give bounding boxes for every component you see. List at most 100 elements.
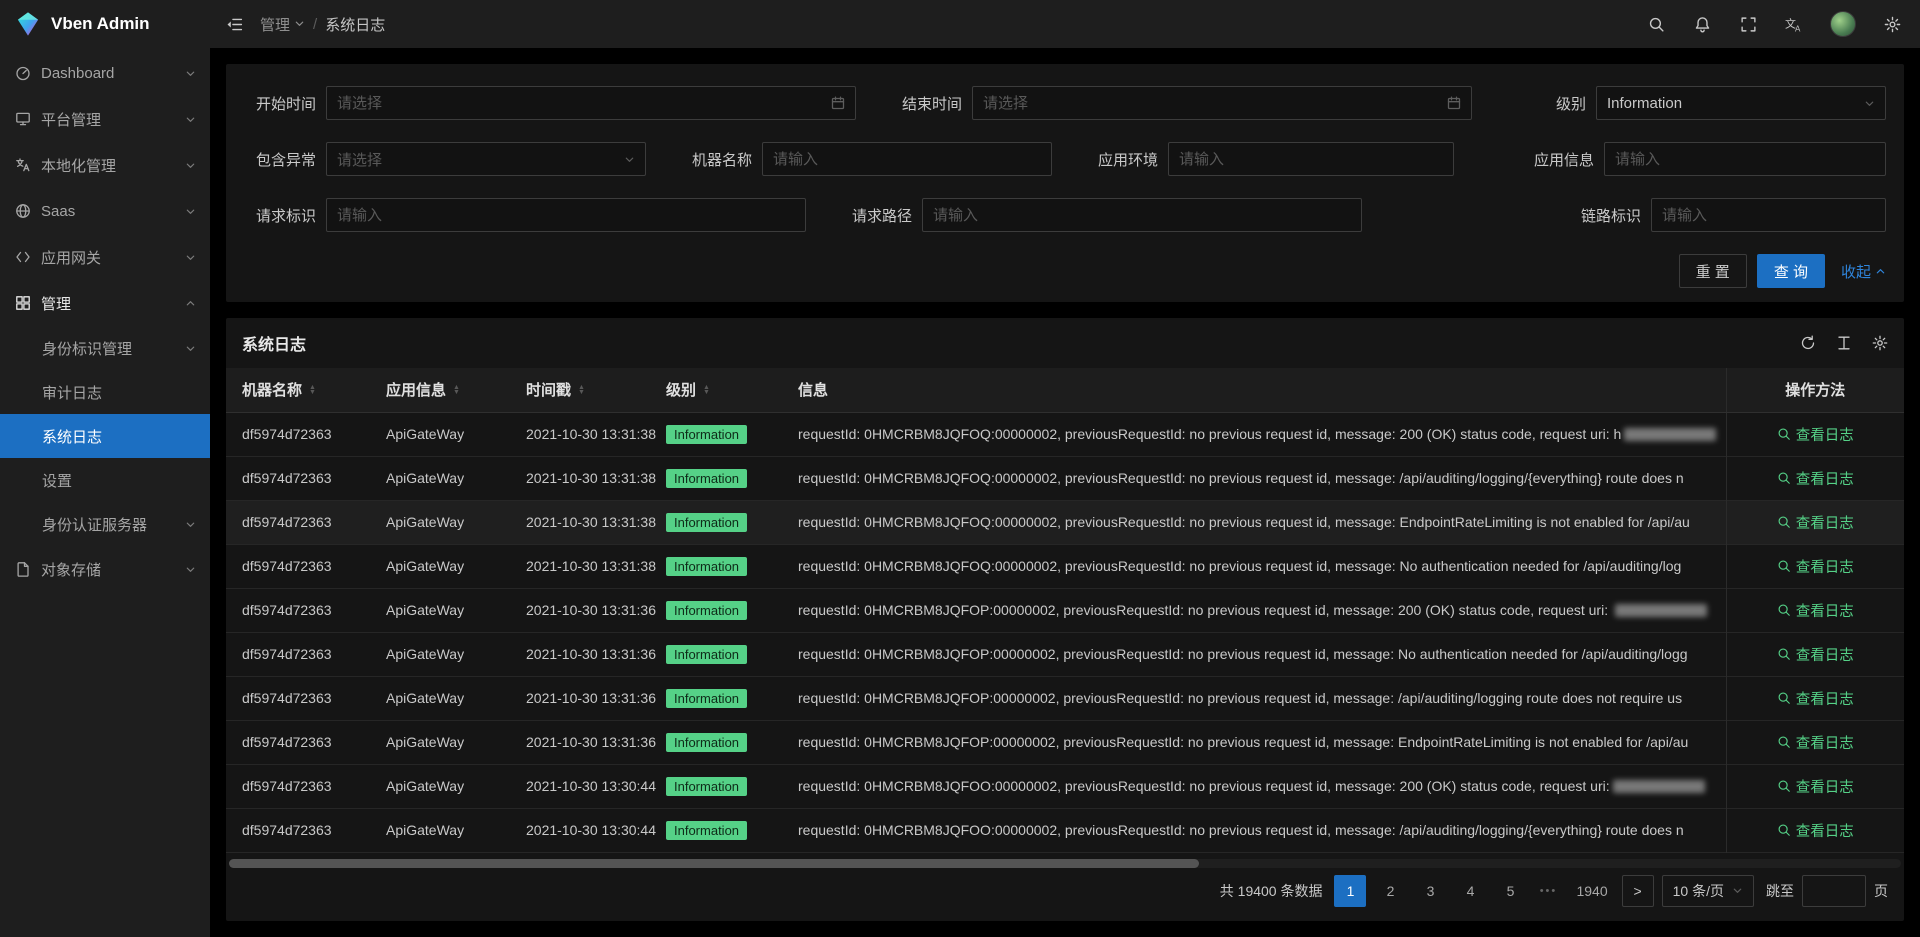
user-avatar[interactable]	[1830, 11, 1856, 37]
cell-timestamp: 2021-10-30 13:31:36	[516, 632, 656, 676]
sidebar-item-auth-server[interactable]: 身份认证服务器	[0, 502, 210, 546]
machine-name-text-input[interactable]	[773, 151, 1041, 168]
end-time-input[interactable]	[972, 86, 1472, 120]
cell-message: requestId: 0HMCRBM8JQFOQ:00000002, previ…	[788, 500, 1726, 544]
level-badge: Information	[666, 777, 747, 796]
sort-icon[interactable]: ▲▼	[578, 385, 585, 395]
view-log-link[interactable]: 查看日志	[1777, 776, 1854, 797]
sidebar-item-identity-management[interactable]: 身份标识管理	[0, 326, 210, 370]
cell-machine-name: df5974d72363	[226, 412, 376, 456]
trace-id-text-input[interactable]	[1662, 207, 1875, 224]
table-row[interactable]: df5974d72363ApiGateWay2021-10-30 13:31:3…	[226, 632, 1904, 676]
horizontal-scrollbar-track[interactable]	[229, 859, 1901, 868]
cell-actions: 查看日志	[1726, 676, 1904, 720]
cell-timestamp: 2021-10-30 13:30:44	[516, 808, 656, 852]
view-log-link[interactable]: 查看日志	[1777, 644, 1854, 665]
table-row[interactable]: df5974d72363ApiGateWay2021-10-30 13:31:3…	[226, 720, 1904, 764]
table-row[interactable]: df5974d72363ApiGateWay2021-10-30 13:31:3…	[226, 412, 1904, 456]
app-info-input[interactable]	[1604, 142, 1886, 176]
page-size-select[interactable]: 10 条/页	[1662, 875, 1754, 907]
query-button[interactable]: 查 询	[1757, 254, 1825, 288]
sidebar-item-system-logs[interactable]: 系统日志	[0, 414, 210, 458]
sidebar-item-management[interactable]: 管理	[0, 280, 210, 326]
table-row[interactable]: df5974d72363ApiGateWay2021-10-30 13:30:4…	[226, 764, 1904, 808]
app-environment-input[interactable]	[1168, 142, 1454, 176]
trace-id-input[interactable]	[1651, 198, 1886, 232]
machine-name-input[interactable]	[762, 142, 1052, 176]
search-icon[interactable]	[1646, 14, 1666, 34]
request-path-text-input[interactable]	[933, 207, 1351, 224]
view-log-link[interactable]: 查看日志	[1777, 556, 1854, 577]
view-log-link[interactable]: 查看日志	[1777, 424, 1854, 445]
table-row[interactable]: df5974d72363ApiGateWay2021-10-30 13:31:3…	[226, 500, 1904, 544]
page-button-5[interactable]: 5	[1494, 875, 1526, 907]
sidebar-item-audit-logs[interactable]: 审计日志	[0, 370, 210, 414]
column-header[interactable]: 时间戳▲▼	[516, 368, 656, 412]
start-time-text-input[interactable]	[337, 95, 825, 112]
include-exception-select[interactable]: 请选择	[326, 142, 646, 176]
sort-icon[interactable]: ▲▼	[453, 385, 460, 395]
cell-message: requestId: 0HMCRBM8JQFOO:00000002, previ…	[788, 808, 1726, 852]
table-settings-icon[interactable]	[1872, 335, 1888, 351]
sidebar-item-object-storage[interactable]: 对象存储	[0, 546, 210, 592]
table-row[interactable]: df5974d72363ApiGateWay2021-10-30 13:31:3…	[226, 676, 1904, 720]
column-label: 信息	[798, 379, 828, 400]
page-button-1940[interactable]: 1940	[1570, 875, 1613, 907]
page-button-4[interactable]: 4	[1454, 875, 1486, 907]
sidebar-fold-icon[interactable]	[224, 14, 244, 34]
jump-page-input[interactable]	[1802, 875, 1866, 907]
reset-button[interactable]: 重 置	[1679, 254, 1747, 288]
column-height-icon[interactable]	[1836, 335, 1852, 351]
sort-icon[interactable]: ▲▼	[703, 385, 710, 395]
sidebar-item-platform-management[interactable]: 平台管理	[0, 96, 210, 142]
view-log-link[interactable]: 查看日志	[1777, 820, 1854, 841]
column-header[interactable]: 应用信息▲▼	[376, 368, 516, 412]
sidebar-item-label: 系统日志	[42, 426, 196, 447]
table-row[interactable]: df5974d72363ApiGateWay2021-10-30 13:31:3…	[226, 588, 1904, 632]
page-button-2[interactable]: 2	[1374, 875, 1406, 907]
sidebar-item-saas[interactable]: Saas	[0, 188, 210, 234]
next-page-button[interactable]: >	[1622, 875, 1654, 907]
view-log-link[interactable]: 查看日志	[1777, 732, 1854, 753]
level-select[interactable]: Information	[1596, 86, 1886, 120]
column-header[interactable]: 级别 ▲▼	[656, 368, 788, 412]
settings-gear-icon[interactable]	[1882, 14, 1902, 34]
sidebar-item-localization-management[interactable]: 本地化管理	[0, 142, 210, 188]
translate-icon[interactable]: 文A	[1784, 14, 1804, 34]
start-time-input[interactable]	[326, 86, 856, 120]
logo[interactable]: Vben Admin	[0, 0, 210, 48]
filter-field-request-id: 请求标识	[244, 198, 806, 232]
page-size-value: 10 条/页	[1673, 881, 1724, 901]
table-row[interactable]: df5974d72363ApiGateWay2021-10-30 13:31:3…	[226, 456, 1904, 500]
request-id-text-input[interactable]	[337, 207, 795, 224]
end-time-text-input[interactable]	[983, 95, 1441, 112]
page-button-3[interactable]: 3	[1414, 875, 1446, 907]
sidebar-item-app-gateway[interactable]: 应用网关	[0, 234, 210, 280]
collapse-link[interactable]: 收起	[1841, 261, 1886, 282]
view-log-link[interactable]: 查看日志	[1777, 512, 1854, 533]
breadcrumb-parent[interactable]: 管理	[260, 14, 305, 35]
app-info-text-input[interactable]	[1615, 151, 1875, 168]
log-message-text: requestId: 0HMCRBM8JQFOP:00000002, previ…	[798, 646, 1688, 662]
table-row[interactable]: df5974d72363ApiGateWay2021-10-30 13:31:3…	[226, 544, 1904, 588]
request-id-input[interactable]	[326, 198, 806, 232]
notification-bell-icon[interactable]	[1692, 14, 1712, 34]
page-button-1[interactable]: 1	[1334, 875, 1366, 907]
table-row[interactable]: df5974d72363ApiGateWay2021-10-30 13:30:4…	[226, 808, 1904, 852]
horizontal-scrollbar-thumb[interactable]	[229, 859, 1199, 868]
log-message-text: requestId: 0HMCRBM8JQFOP:00000002, previ…	[798, 690, 1682, 706]
sort-icon[interactable]: ▲▼	[309, 385, 316, 395]
sidebar-item-settings[interactable]: 设置	[0, 458, 210, 502]
view-log-link[interactable]: 查看日志	[1777, 688, 1854, 709]
view-log-link[interactable]: 查看日志	[1777, 600, 1854, 621]
view-log-link[interactable]: 查看日志	[1777, 468, 1854, 489]
request-path-input[interactable]	[922, 198, 1362, 232]
column-label: 级别	[666, 379, 696, 400]
app-environment-text-input[interactable]	[1179, 151, 1443, 168]
view-log-label: 查看日志	[1796, 468, 1854, 489]
sidebar-item-dashboard[interactable]: Dashboard	[0, 50, 210, 96]
fullscreen-icon[interactable]	[1738, 14, 1758, 34]
sidebar-item-label: 设置	[42, 470, 196, 491]
column-header[interactable]: 机器名称▲▼	[226, 368, 376, 412]
refresh-icon[interactable]	[1800, 335, 1816, 351]
